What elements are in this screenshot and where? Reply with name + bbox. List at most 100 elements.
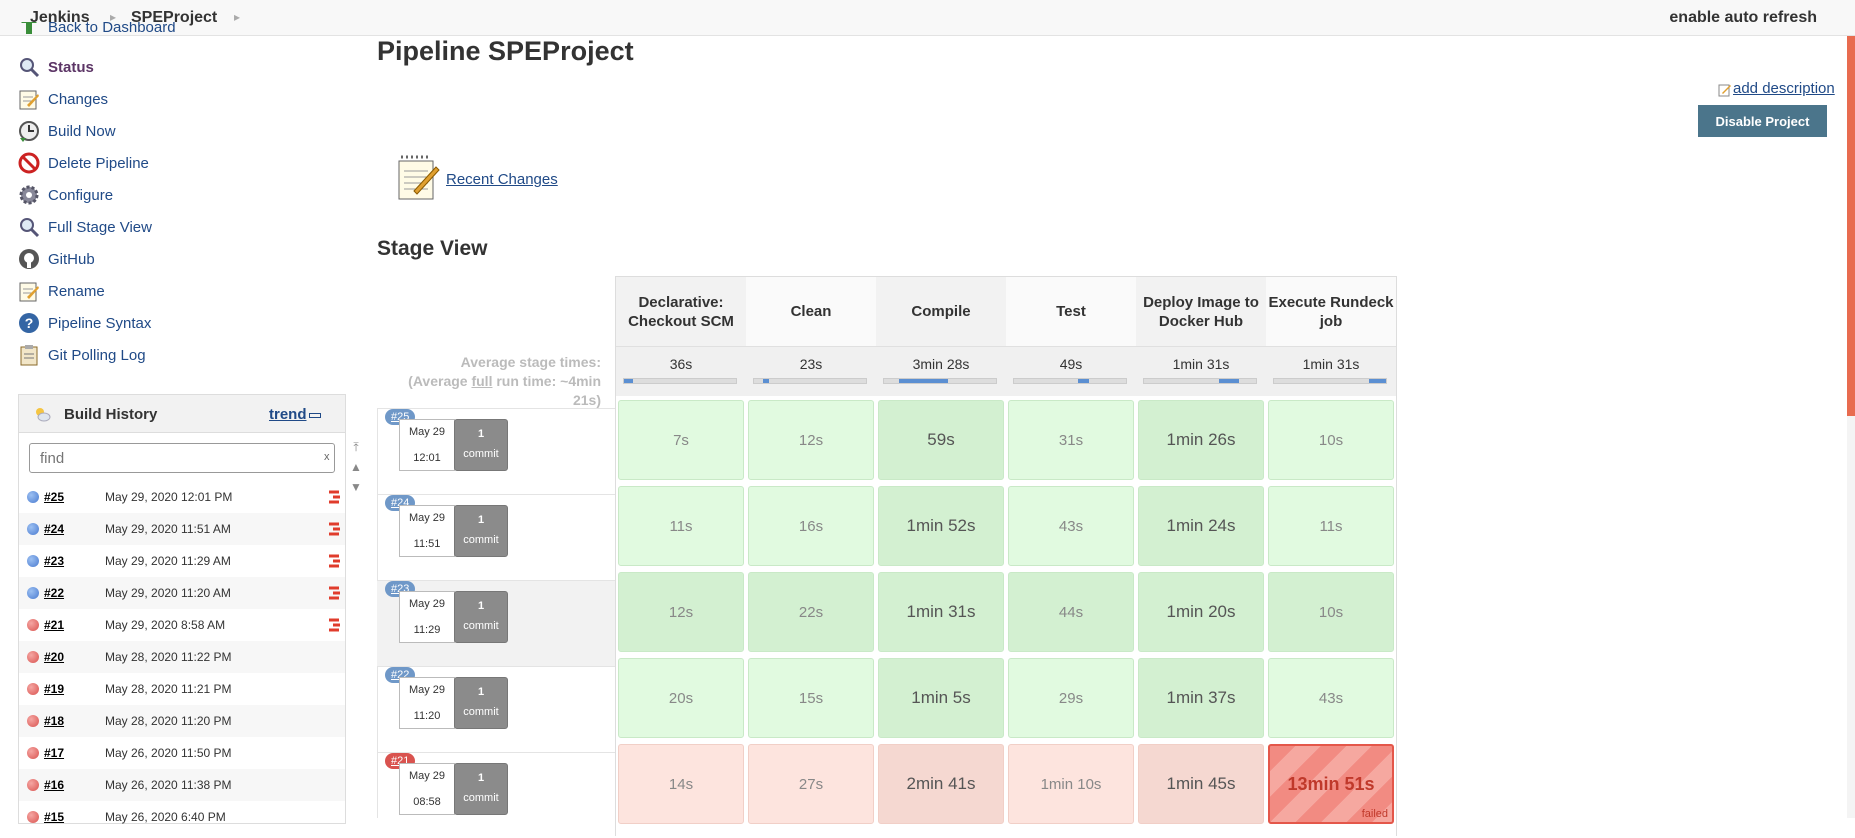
collapse-icon[interactable]: [309, 413, 321, 418]
sidebar-item-git-polling-log[interactable]: Git Polling Log: [18, 342, 146, 368]
enable-auto-refresh-link[interactable]: enable auto refresh: [1669, 9, 1817, 27]
scroll-up-icon[interactable]: ▲: [350, 460, 362, 474]
run-commits-box[interactable]: 1 commit: [454, 591, 508, 643]
breadcrumb-chevron-icon[interactable]: ▸: [234, 10, 240, 24]
clear-search-icon[interactable]: x: [324, 451, 330, 463]
stage-cell[interactable]: 27s: [748, 744, 874, 824]
build-number-link[interactable]: #24: [44, 522, 64, 536]
build-number-link[interactable]: #17: [44, 746, 64, 760]
sidebar-item-delete-pipeline[interactable]: Delete Pipeline: [18, 150, 149, 176]
build-history-row[interactable]: #22 May 29, 2020 11:20 AM: [19, 577, 345, 609]
stage-cell[interactable]: 22s: [748, 572, 874, 652]
build-history-row[interactable]: #20 May 28, 2020 11:22 PM: [19, 641, 345, 673]
run-commits-box[interactable]: 1 commit: [454, 419, 508, 471]
build-number-link[interactable]: #25: [44, 490, 64, 504]
stage-cell[interactable]: 1min 10s: [1008, 744, 1134, 824]
console-output-icon[interactable]: [327, 585, 341, 601]
stage-cell[interactable]: 12s: [618, 572, 744, 652]
build-history-row[interactable]: #15 May 26, 2020 6:40 PM: [19, 801, 345, 833]
sidebar-item-build-now[interactable]: Build Now: [18, 118, 116, 144]
stage-cell[interactable]: 1min 37s: [1138, 658, 1264, 738]
build-number-link[interactable]: #16: [44, 778, 64, 792]
run-commits-box[interactable]: 1 commit: [454, 763, 508, 815]
stage-average: 3min 28s: [876, 346, 1006, 396]
sidebar-item-configure[interactable]: Configure: [18, 182, 113, 208]
stage-cell[interactable]: 15s: [748, 658, 874, 738]
console-output-icon[interactable]: [327, 553, 341, 569]
sidebar-item-github[interactable]: GitHub: [18, 246, 95, 272]
stage-cell[interactable]: 10s: [1268, 400, 1394, 480]
build-number-link[interactable]: #22: [44, 586, 64, 600]
sidebar-item-changes[interactable]: Changes: [18, 86, 108, 112]
build-history-row[interactable]: #24 May 29, 2020 11:51 AM: [19, 513, 345, 545]
add-description-link[interactable]: add description: [1733, 80, 1835, 97]
sidebar-item-label: Delete Pipeline: [48, 154, 149, 172]
build-number-link[interactable]: #15: [44, 810, 64, 824]
sidebar-item-pipeline-syntax[interactable]: ? Pipeline Syntax: [18, 310, 151, 336]
stage-cell[interactable]: 29s: [1008, 658, 1134, 738]
scroll-top-icon[interactable]: ⤒: [350, 440, 362, 454]
stage-cell[interactable]: 10s: [1268, 572, 1394, 652]
build-number-link[interactable]: #21: [44, 618, 64, 632]
stage-cell[interactable]: 31s: [1008, 400, 1134, 480]
sidebar-item-rename[interactable]: Rename: [18, 278, 105, 304]
console-output-icon[interactable]: [327, 489, 341, 505]
stage-cell[interactable]: 1min 31s: [878, 572, 1004, 652]
stage-cell[interactable]: 1min 5s: [878, 658, 1004, 738]
build-history-trend-link[interactable]: trend: [269, 406, 307, 423]
stage-duration: 15s: [798, 689, 824, 707]
stage-cell[interactable]: 14s: [618, 744, 744, 824]
stage-duration: 1min 37s: [1166, 688, 1236, 707]
recent-changes-link[interactable]: Recent Changes: [446, 171, 558, 188]
stage-cell[interactable]: 2min 41s: [878, 744, 1004, 824]
build-number-link[interactable]: #20: [44, 650, 64, 664]
run-row[interactable]: #24 May 29 11:51 1 commit: [377, 494, 615, 580]
stage-cell[interactable]: 7s: [618, 400, 744, 480]
stage-cell[interactable]: 16s: [748, 486, 874, 566]
build-history-row[interactable]: #23 May 29, 2020 11:29 AM: [19, 545, 345, 577]
stage-cell[interactable]: 12s: [748, 400, 874, 480]
build-number-link[interactable]: #23: [44, 554, 64, 568]
sidebar-item-status[interactable]: Status: [18, 54, 94, 80]
stage-cell[interactable]: 20s: [618, 658, 744, 738]
run-time: 11:51: [413, 538, 441, 550]
sidebar-item-label: Configure: [48, 186, 114, 204]
build-number-link[interactable]: #19: [44, 682, 64, 696]
build-history-row[interactable]: #18 May 28, 2020 11:20 PM: [19, 705, 345, 737]
build-history-row[interactable]: #21 May 29, 2020 8:58 AM: [19, 609, 345, 641]
stage-cell[interactable]: 1min 26s: [1138, 400, 1264, 480]
stage-cell[interactable]: 43s: [1268, 658, 1394, 738]
build-history-row[interactable]: #17 May 26, 2020 11:50 PM: [19, 737, 345, 769]
run-commits-box[interactable]: 1 commit: [454, 677, 508, 729]
run-row[interactable]: #22 May 29 11:20 1 commit: [377, 666, 615, 752]
console-output-icon[interactable]: [327, 617, 341, 633]
full-link[interactable]: full: [471, 373, 492, 389]
build-history-search-input[interactable]: [29, 443, 335, 473]
build-history-row[interactable]: #16 May 26, 2020 11:38 PM: [19, 769, 345, 801]
stage-cell[interactable]: 11s: [1268, 486, 1394, 566]
stage-cell[interactable]: 1min 24s: [1138, 486, 1264, 566]
stage-cell-failed[interactable]: 13min 51s failed: [1268, 744, 1394, 824]
scrollbar-thumb[interactable]: [1847, 36, 1855, 416]
run-row[interactable]: #21 May 29 08:58 1 commit: [377, 752, 615, 838]
build-history-row[interactable]: #25 May 29, 2020 12:01 PM: [19, 481, 345, 513]
disable-project-button[interactable]: Disable Project: [1698, 105, 1827, 137]
stage-cell[interactable]: 1min 20s: [1138, 572, 1264, 652]
stage-cell[interactable]: 11s: [618, 486, 744, 566]
run-row[interactable]: #23 May 29 11:29 1 commit: [377, 580, 615, 666]
stage-duration: 11s: [669, 517, 693, 535]
stage-cell[interactable]: 1min 52s: [878, 486, 1004, 566]
stage-cell[interactable]: 44s: [1008, 572, 1134, 652]
breadcrumb-bar: Jenkins ▸ SPEProject ▸ enable auto refre…: [0, 0, 1855, 36]
build-history-row[interactable]: #19 May 28, 2020 11:21 PM: [19, 673, 345, 705]
run-row[interactable]: #25 May 29 12:01 1 commit: [377, 408, 615, 494]
stage-cell[interactable]: 59s: [878, 400, 1004, 480]
scroll-down-icon[interactable]: ▼: [350, 480, 362, 494]
sidebar-item-back-to-dashboard[interactable]: Back to Dashboard: [18, 22, 176, 36]
build-number-link[interactable]: #18: [44, 714, 64, 728]
console-output-icon[interactable]: [327, 521, 341, 537]
stage-cell[interactable]: 43s: [1008, 486, 1134, 566]
stage-cell[interactable]: 1min 45s: [1138, 744, 1264, 824]
run-commits-box[interactable]: 1 commit: [454, 505, 508, 557]
sidebar-item-full-stage-view[interactable]: Full Stage View: [18, 214, 152, 240]
